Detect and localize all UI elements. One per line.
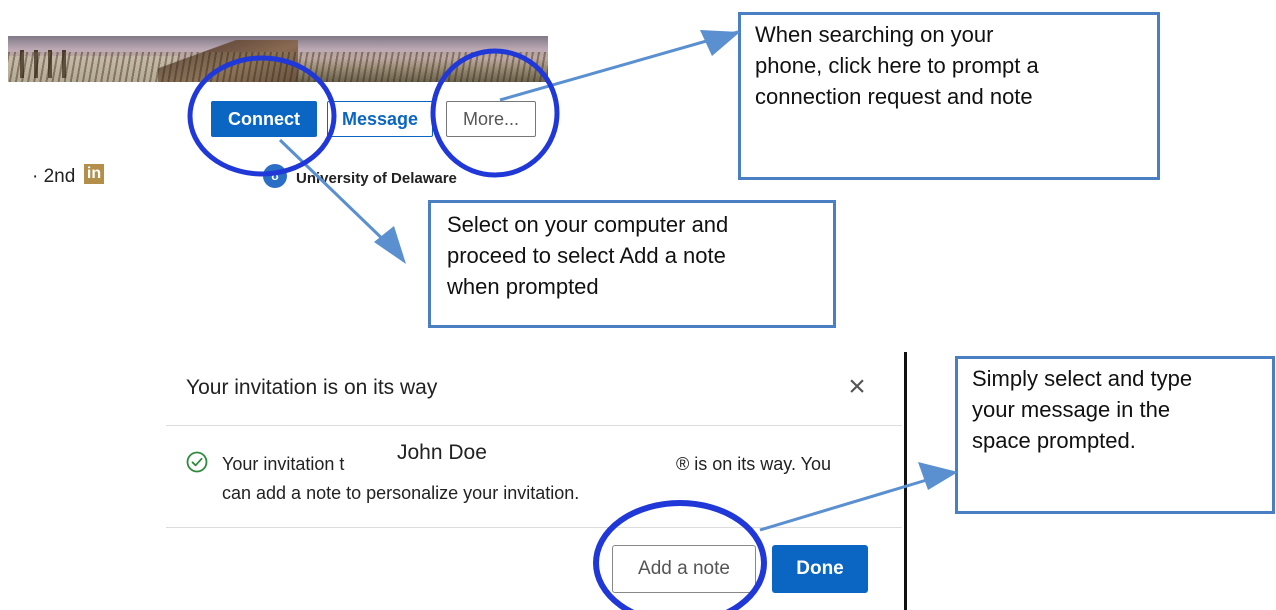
callout-line: when prompted <box>447 274 599 299</box>
callout-line: connection request and note <box>755 84 1033 109</box>
arrowhead <box>918 462 958 490</box>
arrow-to-connect-tip <box>278 138 394 250</box>
callout-line: space prompted. <box>972 428 1136 453</box>
invitation-text: Your invitation t <box>222 454 345 474</box>
invitation-text-continued: ® is on its way. You <box>676 454 832 474</box>
callout-note-tip: Simply select and type your message in t… <box>955 356 1275 514</box>
recipient-name: John Doe <box>397 441 487 464</box>
add-note-button[interactable]: Add a note <box>612 545 756 593</box>
divider <box>166 527 902 528</box>
arrowhead <box>700 30 740 56</box>
connect-button[interactable]: Connect <box>211 101 317 137</box>
callout-line: When searching on your <box>755 22 994 47</box>
callout-line: proceed to select Add a note <box>447 243 726 268</box>
arrowhead <box>374 226 406 264</box>
done-button[interactable]: Done <box>772 545 868 593</box>
callout-more-tip: When searching on your phone, click here… <box>738 12 1160 180</box>
connection-degree: · 2nd <box>32 166 76 187</box>
message-button[interactable]: Message <box>327 101 433 137</box>
callout-line: phone, click here to prompt a <box>755 53 1039 78</box>
callout-connect-tip: Select on your computer and proceed to s… <box>428 200 836 328</box>
close-icon[interactable]: × <box>844 372 870 402</box>
more-button[interactable]: More... <box>446 101 536 137</box>
callout-line: your message in the <box>972 397 1171 422</box>
check-circle-icon <box>186 451 208 473</box>
linkedin-badge-icon: in <box>84 164 104 184</box>
invitation-text-line2: can add a note to personalize your invit… <box>222 483 580 503</box>
profile-banner-image <box>8 36 548 82</box>
university-name: University of Delaware <box>296 170 457 187</box>
dialog-title: Your invitation is on its way <box>186 376 438 399</box>
university-logo-icon: ʊ <box>263 164 287 188</box>
callout-line: Simply select and type <box>972 366 1193 391</box>
divider <box>166 425 902 426</box>
callout-line: Select on your computer and <box>447 212 729 237</box>
dialog-edge <box>904 352 907 610</box>
